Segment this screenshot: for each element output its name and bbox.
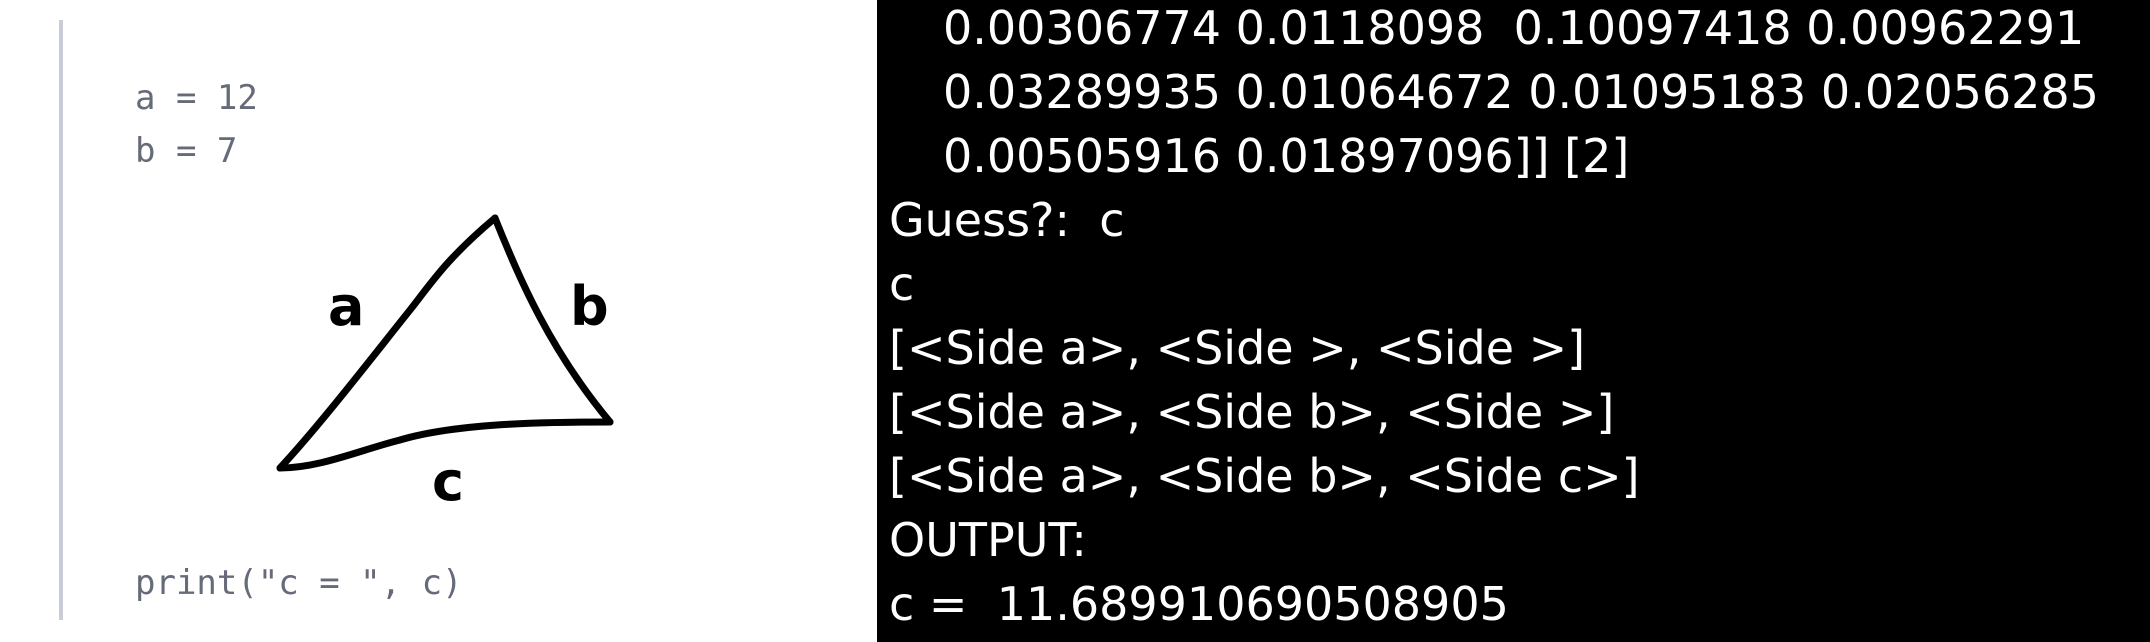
- code-line-a: a = 12: [135, 78, 258, 118]
- code-line-b: b = 7: [135, 131, 238, 171]
- terminal-line-2: 0.03289935 0.01064672 0.01095183 0.02056…: [943, 65, 2099, 119]
- label-b: b: [570, 275, 609, 338]
- terminal-line-sides-3: [<Side a>, <Side b>, <Side c>]: [889, 449, 1640, 503]
- screen: a = 12 b = 7 a b c print("c = ", c) 0.00…: [0, 0, 2150, 642]
- code-block-rule: [59, 20, 63, 620]
- terminal-line-output-label: OUTPUT:: [889, 513, 1087, 567]
- terminal-line-1: 0.00306774 0.0118098 0.10097418 0.009622…: [943, 1, 2085, 55]
- triangle-sketch: a b c: [276, 214, 614, 513]
- code-line-print: print("c = ", c): [135, 563, 463, 603]
- terminal-line-sides-2: [<Side a>, <Side b>, <Side >]: [889, 385, 1615, 439]
- label-c: c: [432, 450, 464, 513]
- label-a: a: [328, 275, 364, 338]
- terminal-output: 0.00306774 0.0118098 0.10097418 0.009622…: [877, 0, 2150, 642]
- code-pane: a = 12 b = 7 a b c print("c = ", c): [0, 0, 877, 642]
- terminal-line-c: c: [889, 257, 915, 311]
- terminal-line-sides-1: [<Side a>, <Side >, <Side >]: [889, 321, 1586, 375]
- terminal-line-3: 0.00505916 0.01897096]] [2]: [943, 129, 1630, 183]
- terminal-line-guess: Guess?: c: [889, 193, 1125, 247]
- terminal-line-result: c = 11.689910690508905: [889, 577, 1509, 631]
